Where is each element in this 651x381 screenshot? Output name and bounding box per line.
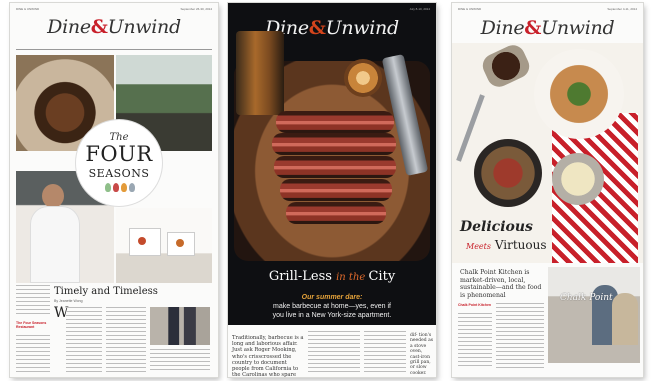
masthead-unwind: Unwind (541, 17, 615, 39)
steak-slice (286, 202, 386, 224)
issue-date: July 8-10, 2014 (409, 7, 430, 11)
deck-line: you live in a New York-size apartment. (272, 312, 392, 319)
masthead-ampersand: & (90, 16, 108, 38)
steak-slice (272, 133, 396, 155)
lead-paragraph: Traditionally, barbecue is a long and la… (232, 335, 304, 377)
headline-main: Grill-Less (268, 269, 337, 284)
tree-icon (113, 183, 119, 192)
sidebar-text (458, 313, 492, 369)
chef-jacket (30, 206, 80, 283)
sidebar-title: Chalk Point Kitchen (458, 303, 492, 307)
restaurant-sign: Chalk Point (560, 293, 613, 303)
headline-end: City (368, 269, 396, 284)
chef-head (42, 184, 64, 208)
owner-figure (612, 293, 638, 345)
headline-virtuous: Virtuous (494, 238, 547, 252)
article-headline: Timely and Timeless (54, 286, 158, 297)
tree-icon (121, 183, 127, 192)
body-column (364, 331, 406, 373)
page-chalk-point: DINE & UNWIND September 4-11, 2014 Dine&… (452, 3, 643, 377)
masthead-unwind: Unwind (325, 17, 400, 39)
page-four-seasons: DINE & UNWIND September 26-30, 2014 Dine… (10, 3, 218, 377)
issue-date: September 4-11, 2014 (607, 7, 637, 11)
tree-icon (129, 183, 135, 192)
masthead-ampersand: & (524, 17, 542, 39)
masthead-dine: Dine (47, 16, 91, 38)
steak-slice (280, 179, 392, 201)
sidebar-text (16, 285, 50, 315)
side-text: dif- tion's needed as a stove oven, cast… (410, 333, 434, 376)
page-grill-less: July 8-10, 2014 Dine&Unwind Grill-Less i… (228, 3, 436, 377)
four-seasons-seal: The FOUR SEASONS (76, 120, 162, 206)
article-headline: Grill-Less in the City (228, 269, 436, 284)
beer-glass (236, 31, 284, 115)
body-column (66, 307, 102, 373)
masthead-ampersand: & (308, 17, 326, 39)
section-label: DINE & UNWIND (458, 7, 482, 11)
sauce-bowl (552, 153, 604, 205)
article-headline-2: Meets Virtuous (466, 238, 547, 252)
masthead-rule (16, 49, 212, 50)
masthead-unwind: Unwind (107, 16, 182, 38)
masthead: Dine&Unwind (452, 17, 643, 39)
section-label: DINE & UNWIND (16, 7, 40, 11)
steak-slice (274, 156, 396, 178)
article-deck: Chalk Point Kitchen is market-driven, lo… (460, 269, 542, 299)
byline: By Jeanette Wong (54, 299, 83, 303)
deck-line: make barbecue at home—yes, even if (273, 303, 391, 310)
body-column (106, 307, 146, 373)
masthead: Dine&Unwind (10, 16, 218, 38)
body-column (496, 303, 544, 369)
roasted-garlic (344, 59, 382, 97)
portrait-photo (150, 307, 210, 345)
garnish (138, 237, 146, 245)
body-column (150, 349, 210, 373)
headline-small: in the (336, 272, 369, 283)
steak-slice (276, 111, 394, 133)
seal-seasons: SEASONS (88, 167, 150, 180)
headline-meets: Meets (466, 242, 491, 251)
page-header: DINE & UNWIND September 4-11, 2014 (452, 7, 643, 15)
page-header: July 8-10, 2014 (228, 7, 436, 15)
skillet (474, 139, 542, 207)
body-column (308, 331, 360, 373)
garnish (176, 239, 184, 247)
seal-four: FOUR (85, 142, 153, 166)
article-headline: Delicious (460, 219, 533, 235)
sidebar-text (16, 335, 50, 373)
page-header: DINE & UNWIND September 26-30, 2014 (10, 7, 218, 15)
issue-date: September 26-30, 2014 (180, 7, 212, 11)
sidebar-title: The Four Seasons Restaurant (16, 321, 47, 329)
article-deck: Our summer dare: make barbecue at home—y… (228, 293, 436, 320)
chicken-plate (534, 49, 624, 139)
deck-accent: Our summer dare: (301, 294, 363, 301)
tree-icon (105, 183, 111, 192)
masthead-dine: Dine (480, 17, 525, 39)
